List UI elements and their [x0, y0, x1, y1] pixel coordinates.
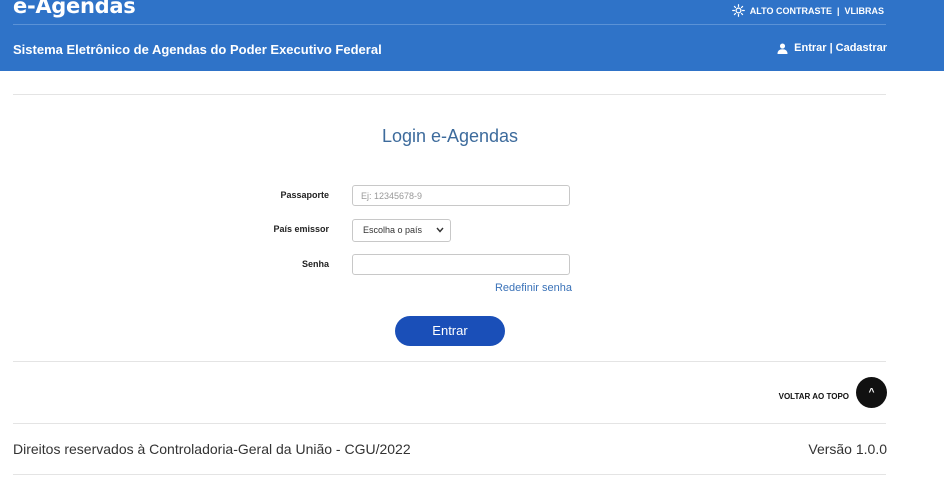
passport-input[interactable]: Ej: 12345678-9: [352, 185, 570, 206]
country-label: País emissor: [273, 224, 329, 234]
auth-separator: |: [829, 42, 833, 54]
link-separator: |: [836, 5, 840, 16]
reset-password-link[interactable]: Redefinir senha: [495, 282, 572, 294]
top-divider: [13, 94, 886, 95]
version-text: Versão 1.0.0: [808, 441, 887, 457]
footer-divider: [13, 423, 886, 424]
copyright-text: Direitos reservados à Controladoria-Gera…: [13, 441, 411, 457]
sun-icon[interactable]: [731, 4, 745, 17]
login-link[interactable]: Entrar: [794, 42, 826, 54]
back-to-top-button[interactable]: ^: [856, 377, 887, 408]
auth-links: Entrar | Cadastrar: [777, 42, 887, 54]
site-header: e-Agendas ALTO CONTRASTE | VLIBRAS Siste…: [0, 0, 944, 71]
page-title: Login e-Agendas: [381, 126, 519, 146]
chevron-down-icon: [436, 227, 444, 233]
passport-label: Passaporte: [280, 190, 329, 200]
accessibility-links: ALTO CONTRASTE | VLIBRAS: [731, 4, 884, 17]
back-to-top-label[interactable]: VOLTAR AO TOPO: [779, 392, 849, 401]
high-contrast-link[interactable]: ALTO CONTRASTE: [750, 6, 832, 16]
register-link[interactable]: Cadastrar: [836, 42, 887, 54]
vlibras-link[interactable]: VLIBRAS: [844, 6, 884, 16]
country-select-value: Escolha o país: [363, 225, 423, 235]
form-divider: [13, 361, 886, 362]
password-input[interactable]: [352, 254, 570, 275]
country-select[interactable]: Escolha o país: [352, 219, 451, 242]
login-button[interactable]: Entrar: [395, 316, 505, 346]
site-logo[interactable]: e-Agendas: [13, 0, 136, 18]
site-subtitle: Sistema Eletrônico de Agendas do Poder E…: [13, 42, 382, 57]
password-label: Senha: [301, 259, 329, 269]
user-icon: [777, 42, 788, 54]
bottom-divider: [13, 474, 886, 475]
header-divider: [13, 24, 886, 25]
